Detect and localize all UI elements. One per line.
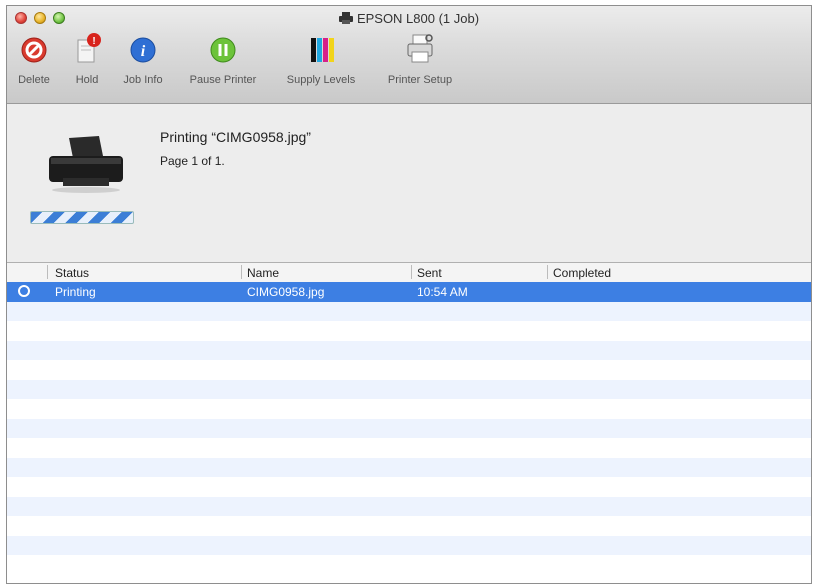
job-status-area: Printing “CIMG0958.jpg” Page 1 of 1. xyxy=(7,104,811,262)
svg-text:i: i xyxy=(141,43,146,60)
empty-row xyxy=(7,360,811,380)
toolbar: Delete ! Hold i Job Info Pause Printer S… xyxy=(7,32,811,98)
pause-printer-button[interactable]: Pause Printer xyxy=(179,32,267,86)
job-page-count: Page 1 of 1. xyxy=(160,154,225,168)
empty-row xyxy=(7,457,811,477)
info-icon: i xyxy=(128,32,158,64)
job-info-button[interactable]: i Job Info xyxy=(117,32,169,86)
window-title: EPSON L800 (1 Job) xyxy=(7,11,811,26)
ink-levels-icon xyxy=(306,32,336,64)
empty-row xyxy=(7,379,811,399)
column-sent[interactable]: Sent xyxy=(417,266,442,280)
title-bar: EPSON L800 (1 Job) Delete ! Hold i Job I… xyxy=(7,6,811,104)
job-table-body: Printing CIMG0958.jpg 10:54 AM xyxy=(7,282,811,575)
empty-row xyxy=(7,438,811,458)
printer-image xyxy=(49,136,123,193)
printer-small-icon xyxy=(338,12,353,24)
hold-icon: ! xyxy=(72,32,102,64)
empty-row xyxy=(7,301,811,321)
column-status[interactable]: Status xyxy=(55,266,89,280)
job-table-header: Status Name Sent Completed xyxy=(7,262,811,283)
column-completed[interactable]: Completed xyxy=(553,266,611,280)
delete-icon xyxy=(19,32,49,64)
empty-row xyxy=(7,477,811,497)
supply-levels-button[interactable]: Supply Levels xyxy=(275,32,367,86)
printing-status-icon xyxy=(18,285,30,297)
supply-levels-label: Supply Levels xyxy=(286,74,356,86)
column-separator xyxy=(547,265,548,279)
print-queue-window: EPSON L800 (1 Job) Delete ! Hold i Job I… xyxy=(6,5,812,584)
printer-setup-icon xyxy=(405,32,435,64)
pause-printer-label: Pause Printer xyxy=(189,74,257,86)
empty-row xyxy=(7,321,811,341)
hold-label: Hold xyxy=(75,74,99,86)
column-name[interactable]: Name xyxy=(247,266,279,280)
print-progress-bar xyxy=(30,211,134,224)
empty-row xyxy=(7,340,811,360)
window-title-text: EPSON L800 (1 Job) xyxy=(356,11,480,26)
empty-row xyxy=(7,516,811,536)
empty-row xyxy=(7,418,811,438)
delete-label: Delete xyxy=(18,74,50,86)
hold-button[interactable]: ! Hold xyxy=(67,32,107,86)
row-status: Printing xyxy=(55,285,96,299)
column-separator xyxy=(241,265,242,279)
delete-button[interactable]: Delete xyxy=(11,32,57,86)
row-sent: 10:54 AM xyxy=(417,285,468,299)
job-title: Printing “CIMG0958.jpg” xyxy=(160,129,311,145)
empty-row xyxy=(7,399,811,419)
printer-setup-button[interactable]: Printer Setup xyxy=(375,32,465,86)
job-info-label: Job Info xyxy=(123,74,163,86)
column-separator xyxy=(411,265,412,279)
empty-row xyxy=(7,535,811,555)
pause-icon xyxy=(208,32,238,64)
row-name: CIMG0958.jpg xyxy=(247,285,325,299)
svg-text:!: ! xyxy=(92,36,95,47)
column-separator xyxy=(47,265,48,279)
table-row[interactable]: Printing CIMG0958.jpg 10:54 AM xyxy=(7,282,811,302)
empty-row xyxy=(7,496,811,516)
printer-setup-label: Printer Setup xyxy=(387,74,453,86)
empty-row xyxy=(7,555,811,575)
